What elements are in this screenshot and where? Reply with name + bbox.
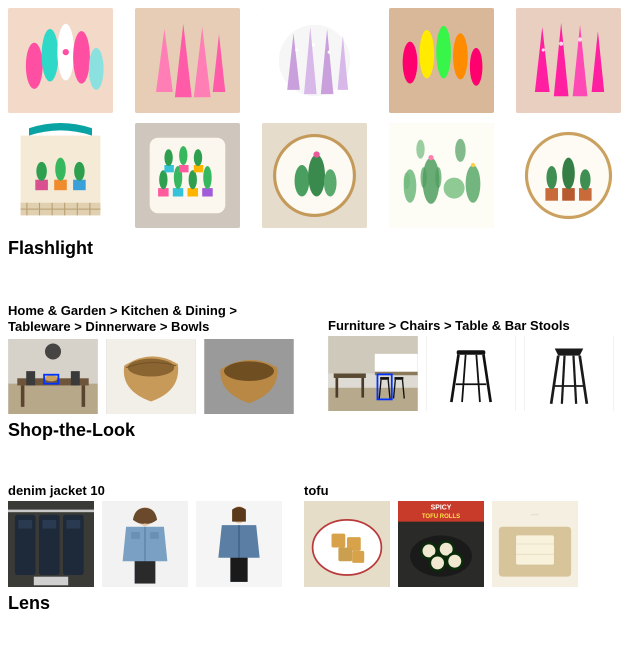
spacer [8,445,632,483]
result-image-cactus-cushion [135,123,240,228]
breadcrumb-bowls-line2: Tableware > Dinnerware > Bowls [8,319,209,334]
result-image-cactus-watercolor [389,123,494,228]
result-image-cactus-hoop-1 [262,123,367,228]
stl-group-bowls: Home & Garden > Kitchen & Dining > Table… [8,303,312,414]
query-image-tofu-plate [304,501,390,587]
flashlight-row-nails [8,8,632,113]
svg-text:TOFU ROLLS: TOFU ROLLS [422,514,460,520]
label-tofu: tofu [304,483,578,498]
result-image-stool-1 [426,336,516,411]
query-image-denim-rack [8,501,94,587]
svg-text:····: ···· [531,512,539,518]
breadcrumb-bowls-line1: Home & Garden > Kitchen & Dining > [8,303,237,318]
result-image-denim-2 [196,501,282,587]
shop-the-look-row: Home & Garden > Kitchen & Dining > Table… [8,303,632,414]
result-image-tofu-rolls: SPICY TOFU ROLLS [398,501,484,587]
section-lens: denim jacket 10 [8,483,632,614]
section-shop-the-look: Home & Garden > Kitchen & Dining > Table… [8,303,632,441]
result-image-bowl-2 [204,339,294,414]
heading-flashlight: Flashlight [8,238,632,259]
lens-group-tofu: tofu SPICY TOFU ROLLS [304,483,578,587]
heading-lens: Lens [8,593,632,614]
heading-shop-the-look: Shop-the-Look [8,420,632,441]
flashlight-row-cactus [8,123,632,228]
result-image-denim-1 [102,501,188,587]
label-denim: denim jacket 10 [8,483,282,498]
scene-image-dining [8,339,98,414]
section-flashlight: Flashlight [8,8,632,259]
result-image-stool-2 [524,336,614,411]
result-image-tofu-board: ···· [492,501,578,587]
result-image-nails-1 [135,8,240,113]
breadcrumb-stools: Furniture > Chairs > Table & Bar Stools [328,318,632,333]
breadcrumb-bowls: Home & Garden > Kitchen & Dining > Table… [8,303,312,336]
result-image-cactus-hoop-2 [516,123,621,228]
query-image-nails [8,8,113,113]
lens-group-denim: denim jacket 10 [8,483,282,587]
result-image-nails-2 [262,8,367,113]
scene-image-kitchen [328,336,418,411]
result-image-nails-4 [516,8,621,113]
result-image-bowl-1 [106,339,196,414]
stl-group-stools: Furniture > Chairs > Table & Bar Stools [328,303,632,414]
query-image-cactus-tote [8,123,113,228]
svg-text:SPICY: SPICY [431,504,452,511]
result-image-nails-3 [389,8,494,113]
spacer [8,263,632,303]
lens-row: denim jacket 10 [8,483,632,587]
